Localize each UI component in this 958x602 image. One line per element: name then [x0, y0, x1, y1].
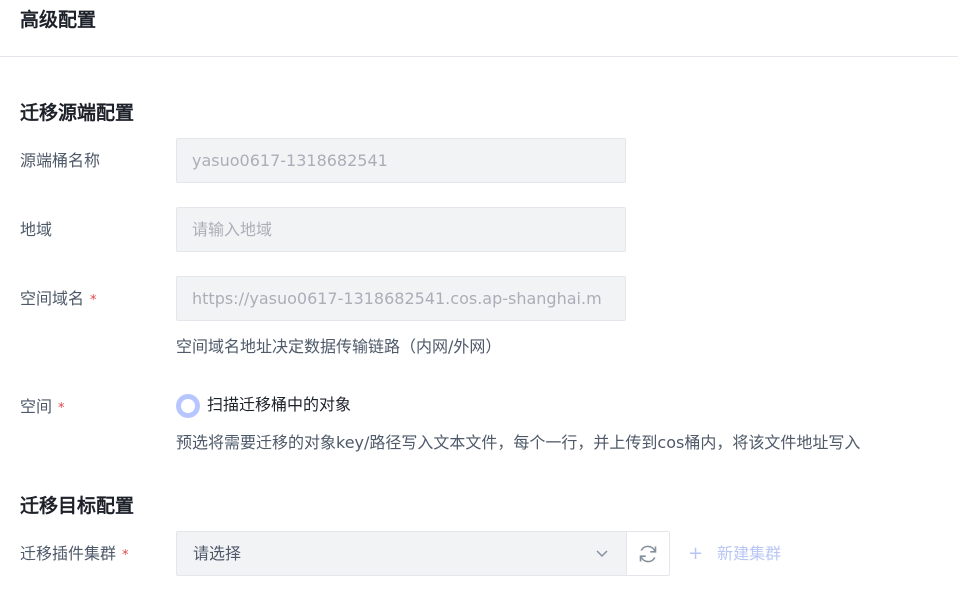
cluster-select[interactable]: 请选择 [176, 531, 627, 576]
source-bucket-field[interactable]: yasuo0617-1318682541 [176, 138, 626, 183]
space-domain-field[interactable]: https://yasuo0617-1318682541.cos.ap-shan… [176, 276, 626, 321]
region-input[interactable]: 请输入地域 [176, 207, 626, 252]
new-cluster-label: 新建集群 [717, 544, 782, 563]
space-domain-label: 空间域名 * [20, 289, 97, 308]
region-label: 地域 [20, 220, 53, 239]
page-header: 高级配置 [0, 0, 958, 57]
new-cluster-link[interactable]: + 新建集群 [688, 543, 781, 565]
space-hint: 预选将需要迁移的对象key/路径写入文本文件，每个一行，并上传到cos桶内，将该… [176, 433, 861, 452]
target-section-title: 迁移目标配置 [20, 495, 135, 517]
page-title: 高级配置 [20, 9, 97, 31]
required-mark: * [122, 548, 129, 563]
required-mark: * [58, 401, 65, 416]
plus-icon: + [688, 543, 704, 564]
refresh-button[interactable] [626, 531, 670, 576]
space-label: 空间 * [20, 397, 65, 416]
source-bucket-label: 源端桶名称 [20, 151, 101, 170]
cluster-select-value: 请选择 [193, 544, 242, 563]
refresh-icon [639, 545, 657, 562]
scan-bucket-radio-label[interactable]: 扫描迁移桶中的对象 [207, 394, 351, 416]
space-domain-hint: 空间域名地址决定数据传输链路（内网/外网） [176, 337, 502, 356]
scan-bucket-radio[interactable] [176, 394, 200, 418]
source-section-title: 迁移源端配置 [20, 102, 135, 124]
cluster-label: 迁移插件集群 * [20, 544, 129, 563]
required-mark: * [90, 293, 97, 308]
chevron-down-icon [596, 550, 608, 558]
